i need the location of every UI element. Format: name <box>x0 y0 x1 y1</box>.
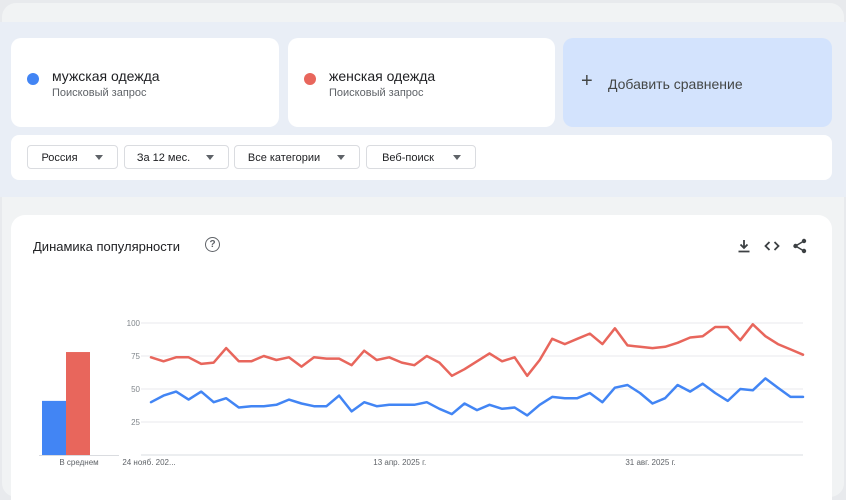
region-label: Россия <box>41 152 78 164</box>
category-dropdown[interactable]: Все категории <box>234 145 360 169</box>
series-line <box>149 377 805 417</box>
series-color-dot <box>27 73 39 85</box>
average-bar <box>66 352 90 455</box>
average-baseline <box>39 455 119 456</box>
dropdown-arrow-icon <box>206 155 214 160</box>
y-tick-label: 75 <box>131 352 140 361</box>
add-comparison-label: Добавить сравнение <box>608 76 743 92</box>
term-type: Поисковый запрос <box>52 87 147 99</box>
search-type-dropdown[interactable]: Веб-поиск <box>366 145 476 169</box>
category-label: Все категории <box>247 152 321 164</box>
filter-bar: Россия За 12 мес. Все категории Веб-поис… <box>11 135 832 180</box>
region-dropdown[interactable]: Россия <box>27 145 118 169</box>
term-card-2[interactable]: женская одежда Поисковый запрос <box>288 38 555 127</box>
term-name: мужская одежда <box>52 68 160 84</box>
add-comparison-button[interactable]: + Добавить сравнение <box>563 38 832 127</box>
x-tick-label: 13 апр. 2025 г. <box>373 458 426 467</box>
dropdown-arrow-icon <box>453 155 461 160</box>
y-tick-label: 50 <box>131 385 140 394</box>
series-color-dot <box>304 73 316 85</box>
interest-chart: 25 50 75 100 24 нояб. 202... 13 апр. 2025 г.… <box>42 319 805 467</box>
average-label: В среднем <box>59 458 99 467</box>
search-type-label: Веб-поиск <box>382 152 434 164</box>
series-line <box>149 323 805 378</box>
x-tick-label: 24 нояб. 202... <box>122 458 175 467</box>
dropdown-arrow-icon <box>95 155 103 160</box>
average-bar <box>42 400 66 455</box>
term-card-1[interactable]: мужская одежда Поисковый запрос <box>11 38 279 127</box>
x-tick-label: 31 авг. 2025 г. <box>625 458 675 467</box>
period-dropdown[interactable]: За 12 мес. <box>124 145 229 169</box>
term-type: Поисковый запрос <box>329 87 424 99</box>
y-tick-label: 25 <box>131 418 140 427</box>
plus-icon: + <box>581 70 593 92</box>
period-label: За 12 мес. <box>136 152 191 164</box>
term-name: женская одежда <box>329 68 436 84</box>
dropdown-arrow-icon <box>337 155 345 160</box>
y-tick-label: 100 <box>127 319 141 328</box>
interest-over-time-panel: Динамика популярности ? 25 50 75 100 24 ноя… <box>11 215 832 500</box>
